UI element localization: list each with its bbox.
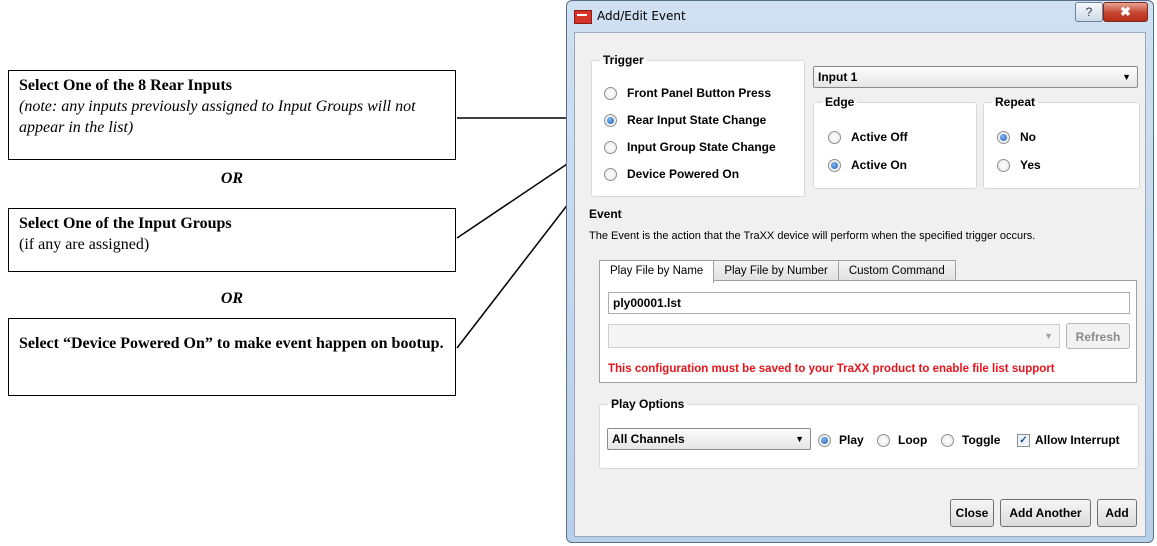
event-heading: Event bbox=[589, 207, 622, 221]
add-edit-event-dialog: Add/Edit Event ? ✖ Trigger Front Panel B… bbox=[566, 0, 1154, 543]
input-select[interactable]: Input 1 ▼ bbox=[813, 66, 1138, 88]
allow-interrupt-checkbox[interactable]: ✓ Allow Interrupt bbox=[1017, 433, 1120, 447]
close-button[interactable]: Close bbox=[950, 499, 994, 527]
play-file-by-name-panel: ply00001.lst ▼ Refresh This configuratio… bbox=[599, 280, 1137, 383]
annotation-input-groups: Select One of the Input Groups (if any a… bbox=[8, 208, 456, 272]
radio-icon bbox=[941, 433, 954, 447]
add-button[interactable]: Add bbox=[1097, 499, 1137, 527]
input-select-value: Input 1 bbox=[818, 70, 858, 84]
trigger-option-front-panel[interactable]: Front Panel Button Press bbox=[604, 86, 771, 100]
checkmark-icon: ✓ bbox=[1017, 433, 1030, 447]
edge-option-active-on[interactable]: Active On bbox=[828, 158, 907, 172]
chevron-down-icon: ▼ bbox=[795, 434, 804, 444]
play-options-label: Play Options bbox=[611, 397, 685, 411]
option-label: No bbox=[1020, 130, 1036, 144]
annotation-device-powered-on: Select “Device Powered On” to make event… bbox=[8, 318, 456, 396]
trigger-option-device-powered-on[interactable]: Device Powered On bbox=[604, 167, 739, 181]
option-label: Rear Input State Change bbox=[627, 113, 767, 127]
refresh-button[interactable]: Refresh bbox=[1066, 323, 1130, 349]
add-another-button[interactable]: Add Another bbox=[1000, 499, 1091, 527]
play-mode-play[interactable]: Play bbox=[818, 433, 864, 447]
repeat-option-no[interactable]: No bbox=[997, 130, 1036, 144]
trigger-option-input-group[interactable]: Input Group State Change bbox=[604, 140, 776, 154]
trigger-label: Trigger bbox=[603, 53, 644, 67]
radio-icon bbox=[604, 140, 617, 154]
radio-icon bbox=[604, 113, 617, 127]
annotation-title: Select One of the 8 Rear Inputs bbox=[19, 77, 233, 94]
channels-select-value: All Channels bbox=[612, 432, 685, 446]
option-label: Toggle bbox=[962, 433, 1001, 447]
event-tabs: Play File by Name Play File by Number Cu… bbox=[599, 260, 956, 283]
tab-custom-command[interactable]: Custom Command bbox=[837, 260, 956, 281]
app-icon bbox=[574, 10, 592, 24]
help-button[interactable]: ? bbox=[1075, 2, 1103, 22]
radio-icon bbox=[828, 158, 841, 172]
annotation-title: Select One of the Input Groups bbox=[19, 215, 232, 232]
title-bar[interactable]: Add/Edit Event ? ✖ bbox=[567, 1, 1153, 31]
tab-play-file-by-name[interactable]: Play File by Name bbox=[599, 260, 715, 283]
channels-select[interactable]: All Channels ▼ bbox=[607, 428, 811, 450]
play-mode-toggle[interactable]: Toggle bbox=[941, 433, 1000, 447]
option-label: Allow Interrupt bbox=[1035, 433, 1120, 447]
option-label: Active Off bbox=[851, 130, 908, 144]
radio-icon bbox=[818, 433, 831, 447]
annotation-note: (note: any inputs previously assigned to… bbox=[19, 98, 416, 136]
edge-label: Edge bbox=[825, 95, 855, 109]
file-list-combo[interactable]: ▼ bbox=[608, 324, 1060, 348]
event-description: The Event is the action that the TraXX d… bbox=[589, 230, 1036, 242]
window-close-button[interactable]: ✖ bbox=[1103, 2, 1148, 22]
radio-icon bbox=[997, 130, 1010, 144]
or-separator: OR bbox=[220, 290, 244, 307]
radio-icon bbox=[997, 158, 1010, 172]
radio-icon bbox=[828, 130, 841, 144]
tab-play-file-by-number[interactable]: Play File by Number bbox=[713, 260, 839, 281]
file-list-warning: This configuration must be saved to your… bbox=[608, 363, 1055, 375]
window-title: Add/Edit Event bbox=[597, 9, 686, 23]
option-label: Input Group State Change bbox=[627, 140, 776, 154]
option-label: Play bbox=[839, 433, 864, 447]
radio-icon bbox=[604, 86, 617, 100]
option-label: Device Powered On bbox=[627, 167, 740, 181]
or-separator: OR bbox=[220, 170, 244, 187]
repeat-label: Repeat bbox=[995, 95, 1036, 109]
file-name-input[interactable]: ply00001.lst bbox=[608, 292, 1130, 314]
play-mode-loop[interactable]: Loop bbox=[877, 433, 927, 447]
option-label: Front Panel Button Press bbox=[627, 86, 772, 100]
annotation-rear-inputs: Select One of the 8 Rear Inputs (note: a… bbox=[8, 70, 456, 160]
option-label: Active On bbox=[851, 158, 908, 172]
chevron-down-icon: ▼ bbox=[1122, 72, 1131, 82]
annotation-title: Select “Device Powered On” to make event… bbox=[19, 335, 444, 352]
chevron-down-icon: ▼ bbox=[1044, 331, 1053, 341]
radio-icon bbox=[877, 433, 890, 447]
annotation-note: (if any are assigned) bbox=[19, 236, 150, 253]
dialog-body: Trigger Front Panel Button Press Rear In… bbox=[574, 32, 1146, 537]
radio-icon bbox=[604, 167, 617, 181]
option-label: Loop bbox=[898, 433, 928, 447]
trigger-option-rear-input[interactable]: Rear Input State Change bbox=[604, 113, 766, 127]
repeat-option-yes[interactable]: Yes bbox=[997, 158, 1041, 172]
option-label: Yes bbox=[1020, 158, 1041, 172]
edge-option-active-off[interactable]: Active Off bbox=[828, 130, 908, 144]
